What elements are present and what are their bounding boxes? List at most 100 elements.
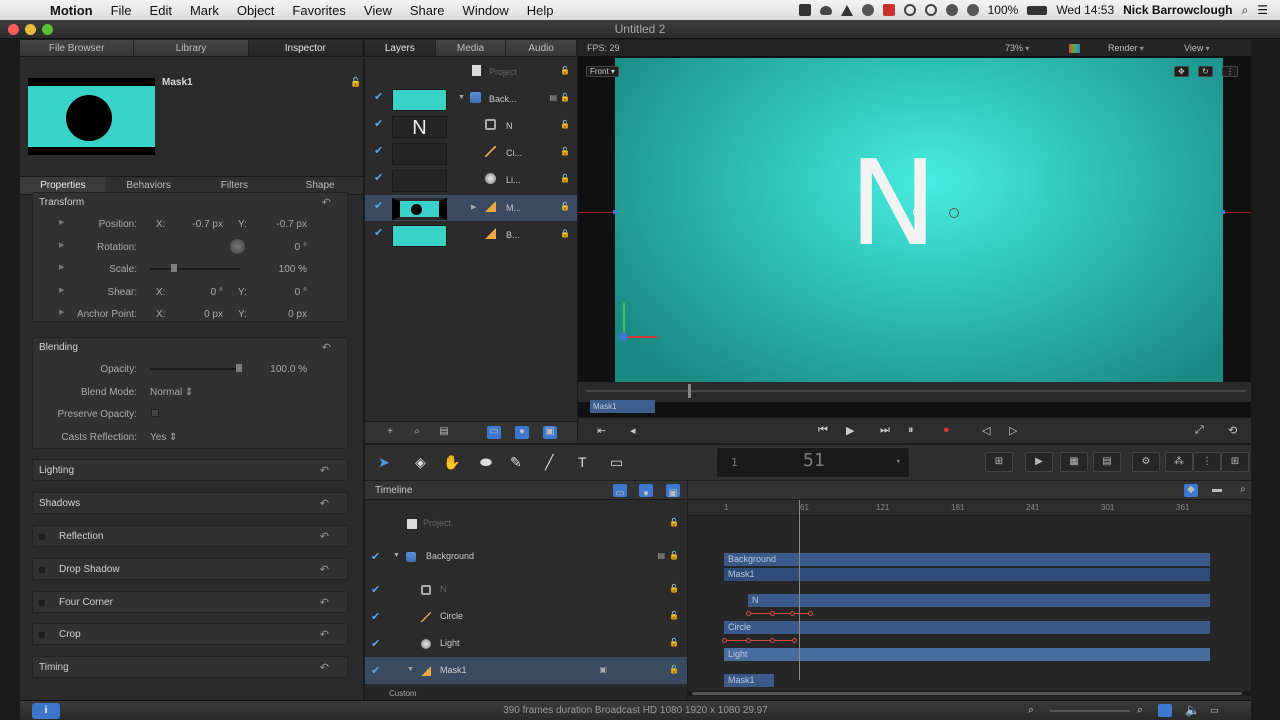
layer-visible-checkbox[interactable]: ✔ xyxy=(374,144,383,157)
layer-visible-checkbox[interactable]: ✔ xyxy=(374,117,383,130)
timecode-menu-icon[interactable]: ▾ xyxy=(896,457,901,467)
crop-toggle[interactable] xyxy=(39,632,45,638)
layer-lock-icon[interactable]: 🔓 xyxy=(669,611,679,620)
project-lock-icon[interactable]: 🔓 xyxy=(560,66,570,75)
tab-media[interactable]: Media xyxy=(435,40,507,56)
menu-mark[interactable]: Mark xyxy=(181,3,228,18)
screen-record-icon[interactable] xyxy=(798,4,811,16)
menu-edit[interactable]: Edit xyxy=(141,3,181,18)
dropbox-icon[interactable] xyxy=(819,5,832,15)
spotlight-icon[interactable]: ⌕ xyxy=(1242,3,1249,18)
audio-icon[interactable]: ◂ xyxy=(630,424,636,437)
reflection-toggle[interactable] xyxy=(39,534,45,540)
anchor-handle-icon[interactable] xyxy=(913,206,925,218)
timeline-visible-checkbox[interactable]: ✔ xyxy=(371,550,380,563)
shear-disclosure-icon[interactable]: ▶ xyxy=(59,286,64,294)
layer-lock-icon[interactable]: 🔓 xyxy=(669,551,679,560)
layer-lock-icon[interactable]: 🔒 xyxy=(560,229,570,238)
layer-options-button[interactable]: ▤ xyxy=(437,426,451,439)
keyframe[interactable] xyxy=(808,611,813,616)
keyframes-n[interactable] xyxy=(746,611,813,616)
canvas-viewport[interactable]: N xyxy=(613,58,1225,383)
timeline-filters-toggle[interactable]: ▣ xyxy=(666,484,680,499)
pause-icon[interactable]: ⏸ xyxy=(908,424,914,437)
menu-object[interactable]: Object xyxy=(228,3,284,18)
track-mask1-child[interactable]: Mask1 xyxy=(724,674,774,687)
layer-row-light[interactable]: ✔ Li... 🔓 xyxy=(365,167,577,193)
notification-icon[interactable] xyxy=(840,4,853,16)
layer-disclosure-icon[interactable]: ▶ xyxy=(471,203,476,211)
text-tool-icon[interactable]: T xyxy=(578,454,587,470)
shear-x-field[interactable]: 0 ° xyxy=(173,287,223,298)
zoom-out-icon[interactable]: ⌕ xyxy=(1028,704,1034,717)
status-icon[interactable] xyxy=(861,4,874,16)
track-light[interactable]: Light xyxy=(724,648,1210,661)
orbit-view-button[interactable]: ↻ xyxy=(1198,66,1213,77)
layer-lock-icon[interactable]: 🔓 xyxy=(560,147,570,156)
tab-inspector[interactable]: Inspector xyxy=(248,40,363,56)
pan-tool-icon[interactable]: ✋ xyxy=(443,454,460,471)
casts-reflection-select[interactable]: Yes ⇕ xyxy=(150,432,178,443)
zoom-dropdown[interactable]: 73% xyxy=(1005,43,1029,53)
timeline-row-circle[interactable]: ✔ Circle 🔓 xyxy=(365,603,687,630)
show-groups-button[interactable]: ▭ xyxy=(487,426,501,439)
view-options-button[interactable]: ⊞ xyxy=(985,452,1013,472)
crop-reset-icon[interactable]: ↶ xyxy=(320,624,329,646)
position-y-field[interactable]: -0.7 px xyxy=(255,219,307,230)
timeline-row-mask1[interactable]: ✔ ▼ Mask1 ▣ 🔓 xyxy=(365,657,687,684)
timeline-view-toggle[interactable] xyxy=(1158,704,1172,717)
paint-stroke-tool-icon[interactable]: ╱ xyxy=(545,454,553,471)
timeline-row-light[interactable]: ✔ Light 🔓 xyxy=(365,630,687,657)
keyframes-circle[interactable] xyxy=(722,638,797,643)
battery-percent[interactable]: 100% xyxy=(988,3,1019,17)
keyframe[interactable] xyxy=(792,638,797,643)
add-filter-button[interactable]: ▤ xyxy=(1093,452,1121,472)
loop-playback-icon[interactable]: ⟲ xyxy=(1228,424,1237,437)
keyframe[interactable] xyxy=(746,638,751,643)
keyframe-editor-icon[interactable]: ▭ xyxy=(1210,705,1219,716)
show-masks-button[interactable]: ● xyxy=(515,426,529,439)
drop-shadow-group[interactable]: Drop Shadow ↶ xyxy=(32,558,348,580)
layer-row-circle[interactable]: ✔ Ci... 🔓 xyxy=(365,140,577,166)
reflection-reset-icon[interactable]: ↶ xyxy=(320,526,329,548)
opacity-slider-knob[interactable] xyxy=(236,364,242,372)
pan-view-button[interactable]: ✥ xyxy=(1174,66,1189,77)
camera-menu[interactable]: Front ▾ xyxy=(586,66,619,77)
timeline-playhead[interactable] xyxy=(799,500,800,680)
shadows-reset-icon[interactable]: ↶ xyxy=(320,493,329,515)
menu-share[interactable]: Share xyxy=(401,3,454,18)
keyframe[interactable] xyxy=(770,638,775,643)
timeline-visible-checkbox[interactable]: ✔ xyxy=(371,610,380,623)
canvas-text-n[interactable]: N xyxy=(849,144,937,262)
close-window-button[interactable] xyxy=(8,23,19,35)
four-corner-group[interactable]: Four Corner ↶ xyxy=(32,591,348,613)
timeline-visible-checkbox[interactable]: ✔ xyxy=(371,637,380,650)
show-filters-button[interactable]: ▣ xyxy=(543,426,557,439)
timeline-row-n[interactable]: ✔ N 🔓 xyxy=(365,576,687,603)
go-to-start-icon[interactable]: ⏮ xyxy=(818,424,828,437)
layer-visible-checkbox[interactable]: ✔ xyxy=(374,90,383,103)
timeline-groups-toggle[interactable]: ▭ xyxy=(613,484,627,499)
track-circle[interactable]: Circle xyxy=(724,621,1210,634)
scale-field[interactable]: 100 % xyxy=(243,264,307,275)
loop-back-icon[interactable]: ◁ xyxy=(982,424,990,437)
crop-group[interactable]: Crop ↶ xyxy=(32,623,348,645)
tab-layers[interactable]: Layers xyxy=(365,40,436,56)
menu-window[interactable]: Window xyxy=(454,3,518,18)
timeline-search-icon[interactable]: ⌕ xyxy=(1236,484,1250,497)
audio-timeline-icon[interactable]: 🔈 xyxy=(1185,703,1200,717)
timing-group[interactable]: Timing ↶ xyxy=(32,656,348,678)
transform-header[interactable]: Transform ↶ xyxy=(33,193,347,213)
timeline-visible-checkbox[interactable]: ✔ xyxy=(371,664,380,677)
layer-row-mask1[interactable]: ✔ ▶ M... 🔓 xyxy=(365,195,577,221)
bezier-tool-icon[interactable]: ✎ xyxy=(510,454,522,471)
rotation-handle-icon[interactable] xyxy=(949,208,959,218)
layer-row-n[interactable]: ✔ N N 🔓 xyxy=(365,113,577,139)
shape-tool-icon[interactable]: ⬬ xyxy=(480,454,492,471)
menu-favorites[interactable]: Favorites xyxy=(283,3,354,18)
transform-tool-icon[interactable]: ◈ xyxy=(415,454,426,471)
layer-row-background[interactable]: ✔ ▼ Back... ▤ 🔓 xyxy=(365,86,577,112)
preview-lock-icon[interactable]: 🔓 xyxy=(350,77,361,88)
mask-mode-icon[interactable]: ▣ xyxy=(599,665,607,674)
bounds-handle-right[interactable] xyxy=(1221,210,1225,214)
